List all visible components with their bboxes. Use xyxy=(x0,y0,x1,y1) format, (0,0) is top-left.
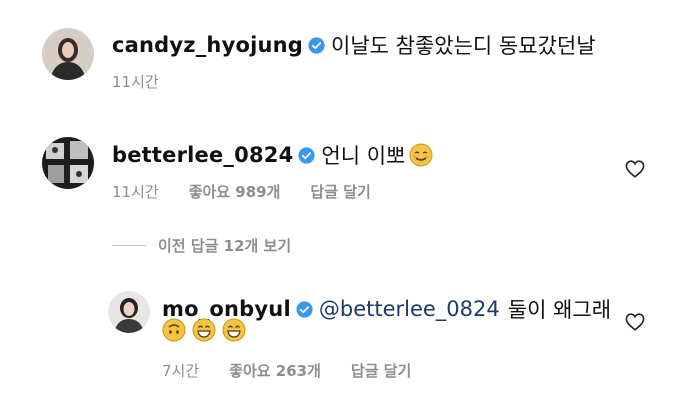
verified-badge-icon xyxy=(308,36,325,54)
reply-button[interactable]: 답글 달기 xyxy=(310,181,370,202)
likes-count[interactable]: 좋아요 263개 xyxy=(229,360,321,381)
reply-button[interactable]: 답글 달기 xyxy=(351,360,411,381)
view-previous-replies[interactable]: 이전 답글 12개 보기 xyxy=(158,235,291,256)
mention-link[interactable]: @betterlee_0824 xyxy=(319,297,500,321)
comment-text: 언니 이뽀 xyxy=(321,144,406,168)
upside-down-face-emoji xyxy=(162,318,186,342)
verified-badge-icon xyxy=(298,146,315,164)
replies-divider xyxy=(112,245,146,246)
relieved-smile-emoji xyxy=(409,143,433,167)
emoji-row xyxy=(162,318,246,342)
comment-text: 이날도 참좋았는디 동묘갔던날 xyxy=(331,34,596,58)
avatar[interactable] xyxy=(42,137,94,189)
timestamp[interactable]: 7시간 xyxy=(162,360,199,381)
heart-icon[interactable] xyxy=(625,313,645,331)
verified-badge-icon xyxy=(296,300,313,318)
avatar[interactable] xyxy=(108,291,150,333)
comment-text: 둘이 왜그래 xyxy=(507,298,612,322)
likes-count[interactable]: 좋아요 989개 xyxy=(189,181,281,202)
username[interactable]: candyz_hyojung xyxy=(112,33,303,57)
timestamp[interactable]: 11시간 xyxy=(112,71,159,92)
grinning-face-emoji xyxy=(222,318,246,342)
heart-icon[interactable] xyxy=(625,160,645,178)
timestamp[interactable]: 11시간 xyxy=(112,181,159,202)
username[interactable]: betterlee_0824 xyxy=(112,143,293,167)
grinning-face-emoji xyxy=(192,318,216,342)
avatar[interactable] xyxy=(42,28,94,80)
